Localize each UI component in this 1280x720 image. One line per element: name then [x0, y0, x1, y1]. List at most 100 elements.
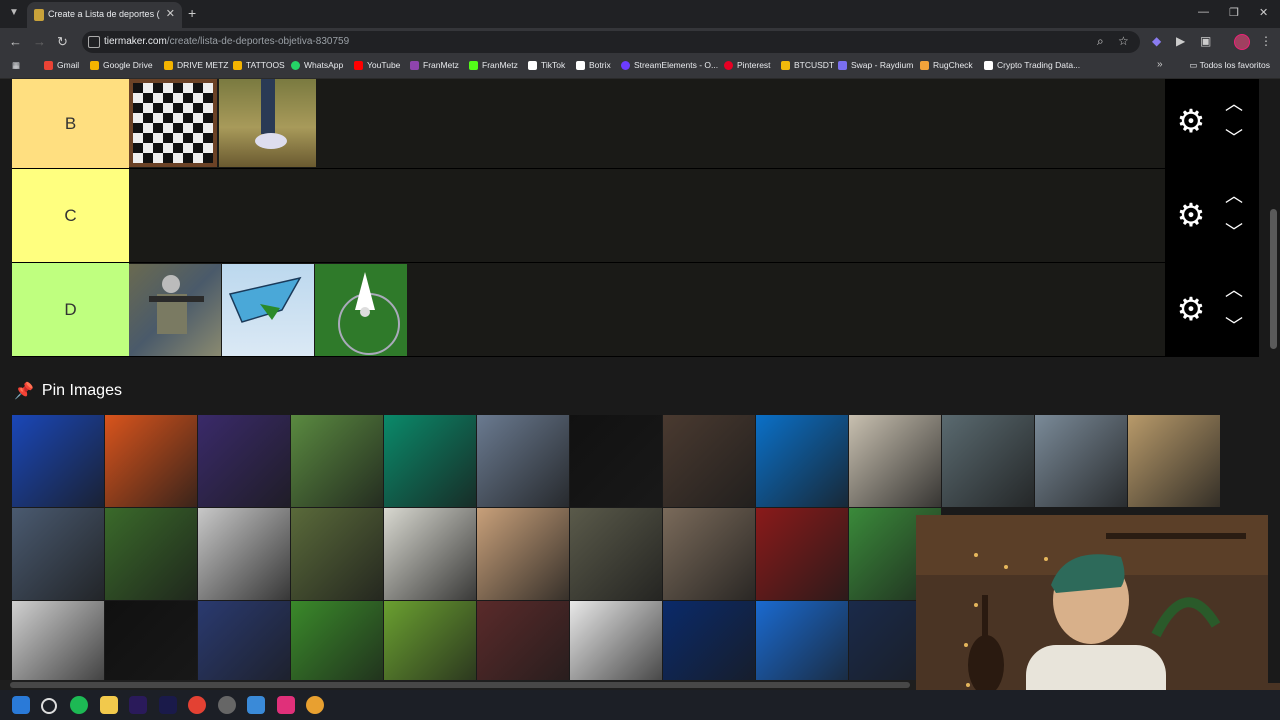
pool-image-tile[interactable] — [12, 508, 104, 600]
pool-image-tile[interactable] — [849, 415, 941, 507]
vertical-scrollbar[interactable] — [1268, 79, 1280, 683]
zoom-icon[interactable]: ⌕ — [1097, 34, 1104, 49]
bookmark-tattoos[interactable]: TATTOOS — [233, 60, 285, 70]
tier-settings-gear-icon[interactable]: ⚙ — [1175, 293, 1207, 325]
pool-image-tile[interactable] — [1128, 415, 1220, 507]
premiere-pro-icon[interactable] — [129, 696, 147, 714]
tier-settings-gear-icon[interactable]: ⚙ — [1175, 105, 1207, 137]
tiermaker-favicon-icon — [34, 9, 44, 21]
close-window-button[interactable]: ✕ — [1259, 6, 1268, 19]
bookmark-franmetz-kick[interactable]: FranMetz — [469, 60, 518, 70]
tier-label-c[interactable]: C — [12, 169, 129, 262]
horizontal-scroll-thumb[interactable] — [10, 682, 910, 688]
chrome-icon[interactable] — [188, 696, 206, 714]
pool-image-tile[interactable] — [105, 415, 197, 507]
move-tier-up-chevron-icon[interactable]: ︿ — [1223, 187, 1245, 205]
bookmark-streamelements[interactable]: StreamElements - O... — [621, 60, 718, 70]
spotify-icon[interactable] — [70, 696, 88, 714]
bookmark-star-icon[interactable]: ☆ — [1118, 34, 1129, 48]
pool-image-tile[interactable] — [198, 415, 290, 507]
twitch-icon — [410, 60, 419, 70]
forward-button[interactable]: → — [33, 34, 46, 49]
pool-image-tile[interactable] — [291, 508, 383, 600]
tab-search-icon[interactable]: ▼ — [6, 5, 22, 21]
pool-image-tile[interactable] — [756, 415, 848, 507]
tier-image-badminton[interactable] — [315, 264, 407, 356]
tier-image-chess[interactable] — [129, 79, 217, 167]
search-icon[interactable] — [41, 698, 57, 714]
bookmark-youtube[interactable]: YouTube — [354, 60, 400, 70]
streamelements-icon — [621, 60, 630, 70]
bookmark-btcusdt[interactable]: BTCUSDT — [781, 60, 834, 70]
extensions-puzzle-icon[interactable]: ▣ — [1200, 34, 1211, 48]
pool-image-tile[interactable] — [570, 508, 662, 600]
bookmark-pinterest[interactable]: Pinterest — [724, 60, 771, 70]
tier-controls-c: ⚙ ︿ ﹀ — [1165, 169, 1259, 262]
chrome-active-icon[interactable] — [306, 696, 324, 714]
bookmark-raydium[interactable]: Swap - Raydium — [838, 60, 913, 70]
pool-image-tile[interactable] — [477, 508, 569, 600]
browser-tab[interactable]: Create a Lista de deportes (obj... ✕ — [27, 2, 182, 28]
bookmark-drive-metz[interactable]: DRIVE METZ — [164, 60, 228, 70]
more-bookmarks-icon[interactable]: » — [1157, 59, 1163, 70]
pool-image-tile[interactable] — [663, 415, 755, 507]
move-tier-down-chevron-icon[interactable]: ﹀ — [1223, 317, 1245, 335]
horizontal-scrollbar[interactable] — [0, 680, 916, 690]
tier-image-hang-gliding[interactable] — [222, 264, 314, 356]
pushpin-icon[interactable]: 📌 — [14, 381, 34, 401]
pool-image-tile[interactable] — [756, 508, 848, 600]
vertical-scroll-thumb[interactable] — [1270, 209, 1277, 349]
maximize-button[interactable]: ❐ — [1229, 6, 1239, 19]
bookmark-rugcheck[interactable]: RugCheck — [920, 60, 973, 70]
back-button[interactable]: ← — [9, 34, 22, 49]
address-bar[interactable]: tiermaker.com/create/lista-de-deportes-o… — [82, 31, 1140, 53]
minimize-button[interactable]: — — [1198, 6, 1209, 18]
profile-avatar-icon[interactable] — [1234, 34, 1250, 50]
windows-start-icon[interactable] — [12, 696, 30, 714]
all-bookmarks-folder[interactable]: ▭ Todos los favoritos — [1189, 60, 1270, 71]
windows-taskbar — [0, 690, 1280, 720]
pool-image-tile[interactable] — [942, 415, 1034, 507]
bookmark-crypto-trading[interactable]: Crypto Trading Data... — [984, 60, 1080, 70]
app-icon[interactable] — [247, 696, 265, 714]
menu-kebab-icon[interactable]: ⋮ — [1260, 34, 1272, 48]
reload-button[interactable]: ↻ — [57, 34, 68, 50]
apps-grid-icon[interactable]: ▦ — [12, 60, 20, 71]
tiktok-live-icon[interactable] — [277, 696, 295, 714]
tier-image-running-shoe[interactable] — [219, 79, 316, 167]
pool-image-tile[interactable] — [291, 415, 383, 507]
move-tier-down-chevron-icon[interactable]: ﹀ — [1223, 223, 1245, 241]
move-tier-up-chevron-icon[interactable]: ︿ — [1223, 95, 1245, 113]
new-tab-button[interactable]: + — [188, 5, 196, 21]
pool-image-tile[interactable] — [12, 415, 104, 507]
file-explorer-icon[interactable] — [100, 696, 118, 714]
tab-strip: ▼ Create a Lista de deportes (obj... ✕ +… — [0, 0, 1280, 28]
bookmark-whatsapp[interactable]: WhatsApp — [291, 60, 343, 70]
tier-label-d[interactable]: D — [12, 263, 129, 356]
pool-image-tile[interactable] — [663, 508, 755, 600]
extension-icon[interactable]: ◆ — [1152, 34, 1161, 48]
pool-image-tile[interactable] — [384, 415, 476, 507]
pool-image-tile[interactable] — [1035, 415, 1127, 507]
close-tab-icon[interactable]: ✕ — [166, 7, 175, 20]
bookmarks-bar: ▦ Gmail Google Drive DRIVE METZ TATTOOS … — [0, 56, 1280, 79]
obs-icon[interactable] — [218, 696, 236, 714]
pool-image-tile[interactable] — [384, 508, 476, 600]
tier-image-airsoft[interactable] — [129, 264, 221, 356]
pool-image-tile[interactable] — [477, 415, 569, 507]
bookmark-franmetz-twitch[interactable]: FranMetz — [410, 60, 459, 70]
move-tier-up-chevron-icon[interactable]: ︿ — [1223, 281, 1245, 299]
bookmark-tiktok[interactable]: TikTok — [528, 60, 565, 70]
extension-play-icon[interactable]: ▶ — [1176, 34, 1185, 48]
pool-image-tile[interactable] — [570, 415, 662, 507]
move-tier-down-chevron-icon[interactable]: ﹀ — [1223, 129, 1245, 147]
tier-settings-gear-icon[interactable]: ⚙ — [1175, 199, 1207, 231]
bookmark-google-drive[interactable]: Google Drive — [90, 60, 153, 70]
site-info-icon[interactable] — [88, 36, 100, 48]
pool-image-tile[interactable] — [198, 508, 290, 600]
tier-label-b[interactable]: B — [12, 79, 129, 168]
after-effects-icon[interactable] — [159, 696, 177, 714]
pool-image-tile[interactable] — [105, 508, 197, 600]
bookmark-gmail[interactable]: Gmail — [44, 60, 79, 70]
bookmark-botrix[interactable]: Botrix — [576, 60, 611, 70]
